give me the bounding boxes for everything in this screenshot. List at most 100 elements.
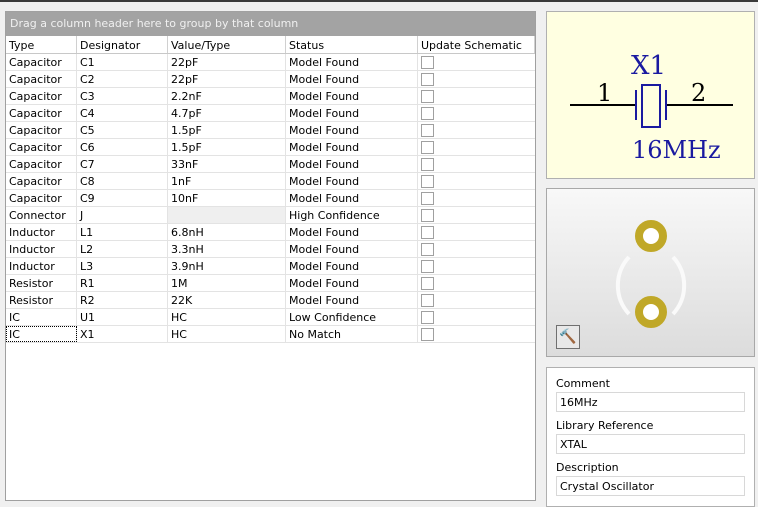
update-schematic-checkbox[interactable] xyxy=(421,243,434,256)
designator-cell[interactable]: C5 xyxy=(77,122,168,138)
type-cell[interactable]: Capacitor xyxy=(6,88,77,104)
table-row[interactable]: Capacitor C1 22pF Model Found xyxy=(6,54,535,71)
update-schematic-checkbox[interactable] xyxy=(421,311,434,324)
status-cell[interactable]: Model Found xyxy=(286,88,418,104)
designator-cell[interactable]: C1 xyxy=(77,54,168,70)
status-cell[interactable]: Model Found xyxy=(286,258,418,274)
table-row[interactable]: Resistor R1 1M Model Found xyxy=(6,275,535,292)
column-header-update-schematic[interactable]: Update Schematic xyxy=(418,36,535,53)
status-cell[interactable]: Model Found xyxy=(286,71,418,87)
library-reference-field[interactable]: XTAL xyxy=(556,434,745,454)
column-header-designator[interactable]: Designator xyxy=(77,36,168,53)
designator-cell[interactable]: L2 xyxy=(77,241,168,257)
status-cell[interactable]: Model Found xyxy=(286,241,418,257)
value-type-cell[interactable]: 1M xyxy=(168,275,286,291)
status-cell[interactable]: Model Found xyxy=(286,156,418,172)
update-schematic-checkbox[interactable] xyxy=(421,107,434,120)
value-type-cell[interactable]: 4.7pF xyxy=(168,105,286,121)
value-type-cell[interactable]: 22K xyxy=(168,292,286,308)
designator-cell[interactable]: C9 xyxy=(77,190,168,206)
status-cell[interactable]: High Confidence xyxy=(286,207,418,223)
value-type-cell[interactable]: 1.5pF xyxy=(168,139,286,155)
value-type-cell[interactable]: 10nF xyxy=(168,190,286,206)
column-header-type[interactable]: Type xyxy=(6,36,77,53)
value-type-cell[interactable]: 22pF xyxy=(168,54,286,70)
designator-cell[interactable]: L3 xyxy=(77,258,168,274)
designator-cell[interactable]: C6 xyxy=(77,139,168,155)
type-cell[interactable]: Inductor xyxy=(6,258,77,274)
value-type-cell[interactable]: HC xyxy=(168,326,286,342)
column-header-status[interactable]: Status xyxy=(286,36,418,53)
update-schematic-checkbox[interactable] xyxy=(421,158,434,171)
type-cell[interactable]: Resistor xyxy=(6,275,77,291)
type-cell[interactable]: Capacitor xyxy=(6,105,77,121)
table-row[interactable]: Capacitor C9 10nF Model Found xyxy=(6,190,535,207)
update-schematic-checkbox[interactable] xyxy=(421,73,434,86)
value-type-cell[interactable]: 1.5pF xyxy=(168,122,286,138)
value-type-cell[interactable] xyxy=(168,207,286,223)
value-type-cell[interactable]: 33nF xyxy=(168,156,286,172)
type-cell[interactable]: Capacitor xyxy=(6,156,77,172)
designator-cell[interactable]: C3 xyxy=(77,88,168,104)
update-schematic-checkbox[interactable] xyxy=(421,141,434,154)
type-cell[interactable]: Inductor xyxy=(6,241,77,257)
designator-cell[interactable]: R1 xyxy=(77,275,168,291)
update-schematic-checkbox[interactable] xyxy=(421,260,434,273)
designator-cell[interactable]: X1 xyxy=(77,326,168,342)
table-row[interactable]: Inductor L3 3.9nH Model Found xyxy=(6,258,535,275)
designator-cell[interactable]: L1 xyxy=(77,224,168,240)
table-row[interactable]: Capacitor C7 33nF Model Found xyxy=(6,156,535,173)
update-schematic-checkbox[interactable] xyxy=(421,277,434,290)
status-cell[interactable]: Model Found xyxy=(286,275,418,291)
update-schematic-checkbox[interactable] xyxy=(421,192,434,205)
comment-field[interactable]: 16MHz xyxy=(556,392,745,412)
designator-cell[interactable]: C7 xyxy=(77,156,168,172)
status-cell[interactable]: Model Found xyxy=(286,224,418,240)
type-cell[interactable]: Capacitor xyxy=(6,139,77,155)
type-cell[interactable]: Inductor xyxy=(6,224,77,240)
type-cell[interactable]: Connector xyxy=(6,207,77,223)
type-cell[interactable]: IC xyxy=(6,326,77,342)
status-cell[interactable]: No Match xyxy=(286,326,418,342)
update-schematic-checkbox[interactable] xyxy=(421,209,434,222)
table-row[interactable]: Capacitor C3 2.2nF Model Found xyxy=(6,88,535,105)
table-row[interactable]: Capacitor C6 1.5pF Model Found xyxy=(6,139,535,156)
type-cell[interactable]: Capacitor xyxy=(6,190,77,206)
table-row[interactable]: Inductor L1 6.8nH Model Found xyxy=(6,224,535,241)
value-type-cell[interactable]: 3.3nH xyxy=(168,241,286,257)
status-cell[interactable]: Model Found xyxy=(286,122,418,138)
designator-cell[interactable]: C8 xyxy=(77,173,168,189)
hammer-filter-icon[interactable]: 🔨 xyxy=(556,325,580,349)
table-row[interactable]: Connector J High Confidence xyxy=(6,207,535,224)
update-schematic-checkbox[interactable] xyxy=(421,90,434,103)
status-cell[interactable]: Model Found xyxy=(286,190,418,206)
status-cell[interactable]: Model Found xyxy=(286,54,418,70)
column-header-value-type[interactable]: Value/Type xyxy=(168,36,286,53)
table-row[interactable]: Capacitor C2 22pF Model Found xyxy=(6,71,535,88)
designator-cell[interactable]: R2 xyxy=(77,292,168,308)
table-row[interactable]: Capacitor C8 1nF Model Found xyxy=(6,173,535,190)
status-cell[interactable]: Model Found xyxy=(286,173,418,189)
type-cell[interactable]: Capacitor xyxy=(6,122,77,138)
type-cell[interactable]: Capacitor xyxy=(6,71,77,87)
designator-cell[interactable]: U1 xyxy=(77,309,168,325)
value-type-cell[interactable]: 22pF xyxy=(168,71,286,87)
update-schematic-checkbox[interactable] xyxy=(421,56,434,69)
status-cell[interactable]: Model Found xyxy=(286,139,418,155)
table-row[interactable]: Resistor R2 22K Model Found xyxy=(6,292,535,309)
value-type-cell[interactable]: 3.9nH xyxy=(168,258,286,274)
type-cell[interactable]: Capacitor xyxy=(6,54,77,70)
update-schematic-checkbox[interactable] xyxy=(421,294,434,307)
group-by-area[interactable]: Drag a column header here to group by th… xyxy=(6,12,535,36)
update-schematic-checkbox[interactable] xyxy=(421,328,434,341)
update-schematic-checkbox[interactable] xyxy=(421,175,434,188)
status-cell[interactable]: Model Found xyxy=(286,105,418,121)
type-cell[interactable]: Resistor xyxy=(6,292,77,308)
type-cell[interactable]: IC xyxy=(6,309,77,325)
value-type-cell[interactable]: HC xyxy=(168,309,286,325)
description-field[interactable]: Crystal Oscillator xyxy=(556,476,745,496)
value-type-cell[interactable]: 2.2nF xyxy=(168,88,286,104)
update-schematic-checkbox[interactable] xyxy=(421,124,434,137)
table-row[interactable]: IC U1 HC Low Confidence xyxy=(6,309,535,326)
designator-cell[interactable]: J xyxy=(77,207,168,223)
